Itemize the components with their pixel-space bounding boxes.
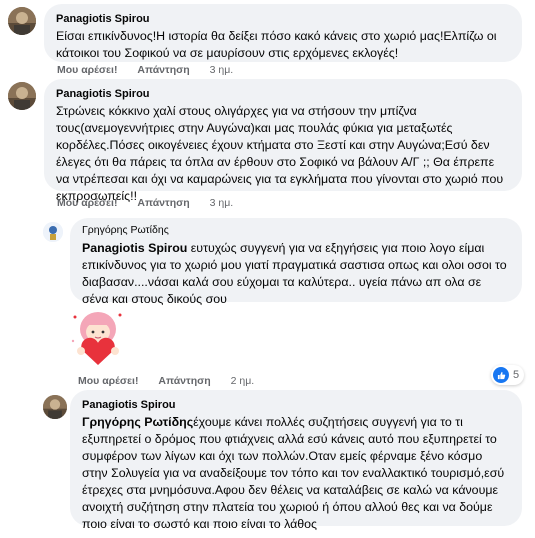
avatar[interactable] (8, 7, 36, 35)
comment-text: Είσαι επικίνδυνος!Η ιστορία θα δείξει πό… (56, 29, 497, 60)
comment-author[interactable]: Panagiotis Spirou (56, 12, 510, 26)
like-button[interactable]: Μου αρέσει! (57, 64, 117, 76)
reaction-count: 5 (513, 369, 520, 381)
profile-photo-icon (43, 222, 63, 242)
reply-author[interactable]: Γρηγόρης Ρωτίδης (82, 224, 510, 237)
comment-bubble: Panagiotis Spirou Στρώνεις κόκκινο χαλί … (44, 79, 522, 203)
like-icon (493, 367, 509, 383)
comment-author[interactable]: Panagiotis Spirou (82, 398, 510, 412)
reply-button[interactable]: Απάντηση (158, 375, 210, 387)
girl-heart-sticker-icon (71, 312, 122, 365)
comment-bubble: Panagiotis Spirou Είσαι επικίνδυνος!Η ισ… (44, 4, 522, 62)
comment-author[interactable]: Panagiotis Spirou (56, 87, 510, 101)
profile-photo-icon (8, 82, 36, 110)
comment-timestamp[interactable]: 3 ημ. (210, 197, 234, 209)
reply-button[interactable]: Απάντηση (137, 64, 189, 76)
reply-button[interactable]: Απάντηση (137, 197, 189, 209)
avatar[interactable] (43, 222, 63, 242)
comment-actions: Μου αρέσει! Απάντηση 3 ημ. (57, 197, 250, 209)
avatar[interactable] (43, 395, 67, 419)
sticker-image (70, 307, 126, 367)
comment-bubble: Γρηγόρης Ρωτίδης Panagiotis Spirou ευτυχ… (70, 218, 522, 306)
comment-body: έχουμε κάνει πολλές συζητήσεις συγγενή γ… (82, 415, 505, 531)
comment-text: Γρηγόρης Ρωτίδηςέχουμε κάνει πολλές συζη… (82, 414, 510, 533)
avatar[interactable] (8, 82, 36, 110)
comment-actions: Μου αρέσει! Απάντηση 2 ημ. (78, 375, 271, 387)
reaction-badge[interactable]: 5 (491, 365, 525, 385)
mention-link[interactable]: Γρηγόρης Ρωτίδης (82, 415, 193, 429)
mention-link[interactable]: Panagiotis Spirou (82, 241, 187, 255)
profile-photo-icon (43, 395, 67, 419)
comment-text: Στρώνεις κόκκινο χαλί στους ολιγάρχες γι… (56, 104, 504, 203)
comment-timestamp[interactable]: 3 ημ. (210, 64, 234, 76)
comment-bubble: Panagiotis Spirou Γρηγόρης Ρωτίδηςέχουμε… (70, 390, 522, 531)
like-button[interactable]: Μου αρέσει! (57, 197, 117, 209)
comment-timestamp[interactable]: 2 ημ. (231, 375, 255, 387)
comment-actions: Μου αρέσει! Απάντηση 3 ημ. (57, 64, 250, 76)
comment-text: Panagiotis Spirou ευτυχώς συγγενή για να… (82, 240, 510, 308)
like-button[interactable]: Μου αρέσει! (78, 375, 138, 387)
profile-photo-icon (8, 7, 36, 35)
